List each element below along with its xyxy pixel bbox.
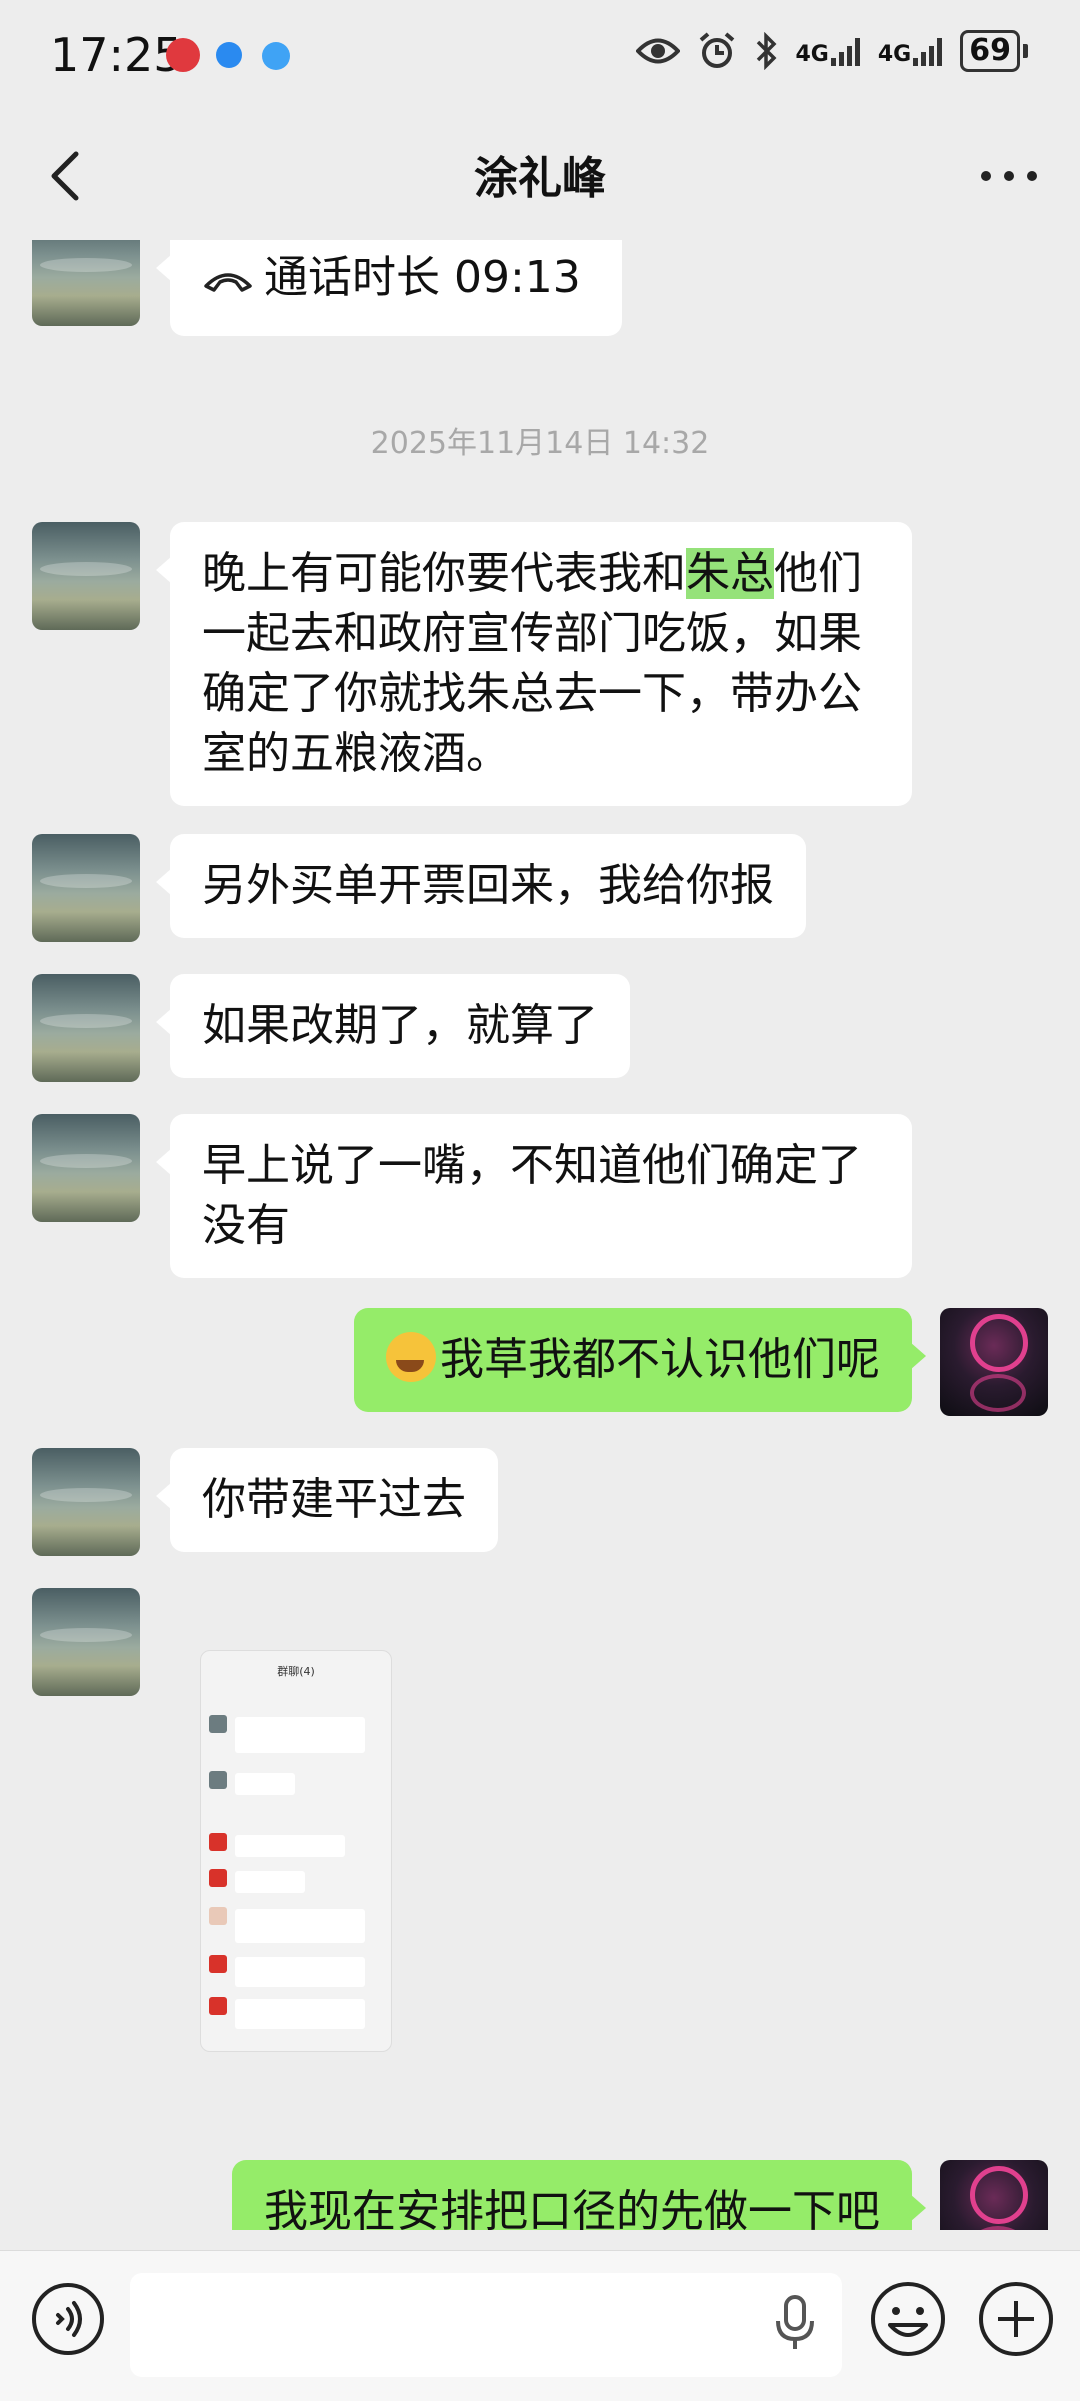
app-notification-icon	[166, 38, 200, 72]
network-type-2: 4G	[877, 42, 912, 67]
message-bubble[interactable]: 早上说了一嘴，不知道他们确定了 没有	[156, 1114, 912, 1278]
message-bubble[interactable]: 另外买单开票回来，我给你报	[156, 834, 806, 938]
message-line: 早上说了一嘴，不知道他们确定了	[202, 1140, 862, 1191]
voice-mode-icon[interactable]	[30, 2281, 106, 2357]
contact-avatar[interactable]	[32, 974, 140, 1082]
phone-hangup-icon	[204, 273, 252, 292]
signal-2-icon: 4G	[877, 36, 943, 67]
status-time: 17:25	[50, 28, 183, 82]
eye-icon	[635, 38, 680, 64]
contact-avatar[interactable]	[32, 1448, 140, 1556]
alarm-icon	[699, 32, 734, 68]
chat-notification-icon	[216, 42, 242, 68]
message-bubble[interactable]: 你带建平过去	[156, 1448, 498, 1552]
my-avatar[interactable]	[940, 2160, 1048, 2230]
message-line: 室的五粮液酒。	[202, 728, 510, 779]
call-record-bubble[interactable]: 通话时长 09:13	[156, 240, 622, 336]
message-line: 没有	[202, 1200, 290, 1251]
message-text: 晚上有可能你要代表我和	[202, 548, 686, 599]
contact-avatar[interactable]	[32, 240, 140, 326]
network-type-1: 4G	[795, 42, 829, 67]
my-avatar[interactable]	[940, 1308, 1048, 1416]
screenshot-image-message[interactable]: 群聊(4)	[200, 1650, 392, 2052]
chat-header: 涂礼峰	[0, 112, 1080, 240]
highlighted-text: 朱总	[686, 548, 774, 599]
more-dots-icon[interactable]	[974, 156, 1044, 196]
bluetooth-icon	[756, 32, 776, 70]
plus-icon[interactable]	[976, 2279, 1056, 2359]
message-text: 他们	[774, 548, 862, 599]
weather-notification-icon	[262, 42, 290, 70]
signal-1-icon: 4G	[796, 36, 860, 66]
message-line: 确定了你就找朱总去一下，带办公	[202, 668, 862, 719]
thumbnail-title: 群聊(4)	[277, 1665, 315, 1678]
battery-icon: 69	[960, 30, 1028, 72]
facepalm-emoji-icon	[386, 1332, 436, 1382]
message-text: 我草我都不认识他们呢	[440, 1334, 880, 1385]
contact-avatar[interactable]	[32, 834, 140, 942]
chat-title: 涂礼峰	[474, 153, 606, 204]
message-line: 晚上有可能你要代表我和朱总他们	[202, 544, 880, 604]
call-duration: 通话时长 09:13	[264, 252, 581, 303]
message-bubble[interactable]: 如果改期了，就算了	[156, 974, 630, 1078]
message-line: 一起去和政府宣传部门吃饭，如果	[202, 608, 862, 659]
message-bubble[interactable]: 晚上有可能你要代表我和朱总他们 一起去和政府宣传部门吃饭，如果 确定了你就找朱总…	[156, 522, 912, 806]
message-bubble-outgoing[interactable]: 我草我都不认识他们呢	[354, 1308, 926, 1412]
message-input-bar	[0, 2250, 1080, 2401]
contact-avatar[interactable]	[32, 522, 140, 630]
message-timestamp: 2025年11月14日 14:32	[370, 426, 710, 461]
emoji-icon[interactable]	[868, 2279, 948, 2359]
message-input[interactable]	[130, 2273, 842, 2377]
status-bar: 17:25 4G 4G 69	[0, 0, 1080, 112]
microphone-icon[interactable]	[770, 2293, 820, 2353]
battery-level: 69	[960, 30, 1020, 72]
message-bubble-outgoing[interactable]: 我现在安排把口径的先做一下吧	[232, 2160, 926, 2230]
status-indicators: 4G 4G 69	[635, 30, 1028, 72]
contact-avatar[interactable]	[32, 1588, 140, 1696]
contact-avatar[interactable]	[32, 1114, 140, 1222]
message-list[interactable]: 通话时长 09:13 2025年11月14日 14:32 晚上有可能你要代表我和…	[0, 240, 1080, 2230]
